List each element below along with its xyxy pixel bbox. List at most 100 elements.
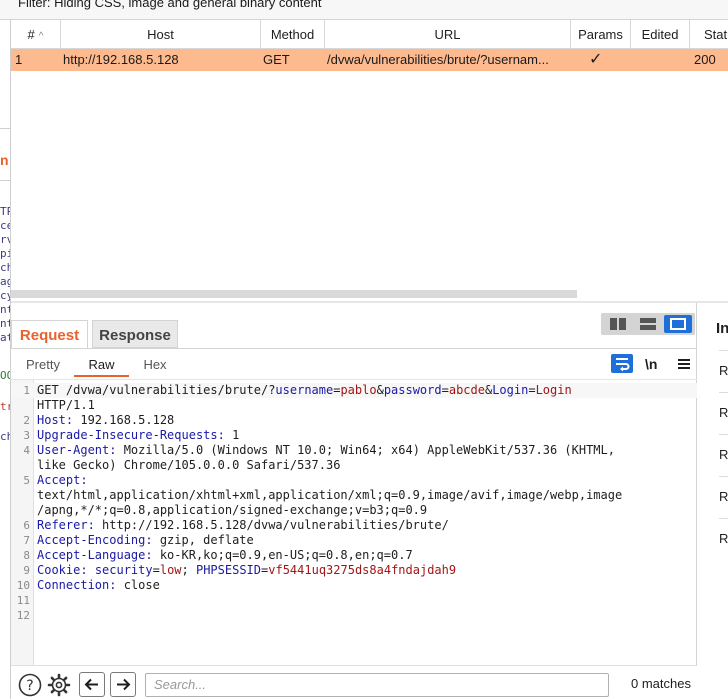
menu-button[interactable] <box>676 354 692 374</box>
request-key: Accept: <box>37 473 88 487</box>
line-number: 3 <box>23 429 30 442</box>
request-text: ; <box>181 563 196 577</box>
inspector-section[interactable]: Re <box>719 392 728 432</box>
strip-fragment: TP <box>0 205 10 218</box>
proxy-history-table: #^ Host Method URL Params Edited Status … <box>11 20 728 300</box>
column-header-number[interactable]: # ^ <box>11 20 61 49</box>
request-text: like Gecko) Chrome/105.0.0.0 Safari/537.… <box>37 458 341 472</box>
strip-fragment: pi <box>0 247 10 260</box>
request-line: 8 Accept-Language: ko-KR,ko;q=0.9,en-US;q… <box>11 548 697 563</box>
request-key: Accept-Encoding: <box>37 533 153 547</box>
table-header: #^ Host Method URL Params Edited Status <box>11 20 728 49</box>
line-number: 11 <box>16 594 30 607</box>
request-line-text: GET /dvwa/vulnerabilities/brute/?usernam… <box>37 383 572 398</box>
request-line-text: User-Agent: Mozilla/5.0 (Windows NT 10.0… <box>37 443 615 458</box>
column-header-edited[interactable]: Edited <box>631 20 690 49</box>
raw-request-editor[interactable]: 1 GET /dvwa/vulnerabilities/brute/?userna… <box>11 379 697 666</box>
request-key: Cookie: <box>37 563 88 577</box>
strip-fragment: nt <box>0 317 10 330</box>
inspector-section[interactable]: Re <box>719 518 728 558</box>
inspector-section[interactable]: Re <box>719 434 728 474</box>
request-value: pablo <box>340 383 377 397</box>
request-line-text: Accept-Encoding: gzip, deflate <box>37 533 254 548</box>
column-header-method[interactable]: Method <box>261 20 325 49</box>
help-icon: ? <box>18 673 42 697</box>
tab-raw[interactable]: Raw <box>74 354 129 376</box>
next-match-button[interactable] <box>110 672 136 697</box>
split-vertical-icon <box>640 318 656 330</box>
request-key: User-Agent: <box>37 443 117 457</box>
tabs-divider <box>11 348 697 349</box>
request-text: /apng,*/*;q=0.8,application/signed-excha… <box>37 503 428 517</box>
strip-fragment: rv <box>0 233 10 246</box>
tab-request[interactable]: Request <box>11 320 88 349</box>
request-line: /apng,*/*;q=0.8,application/signed-excha… <box>11 503 697 518</box>
split-vertical-button[interactable] <box>634 315 662 333</box>
tab-hex[interactable]: Hex <box>135 354 175 376</box>
split-horizontal-icon <box>610 318 626 330</box>
line-number: 1 <box>23 384 30 397</box>
filter-bar[interactable]: Filter: Hiding CSS, image and general bi… <box>0 0 728 20</box>
search-bar: ? Search... 0 matches <box>11 665 697 699</box>
column-header-params[interactable]: Params <box>571 20 631 49</box>
request-key: Accept-Language: <box>37 548 153 562</box>
table-row[interactable]: 1 http://192.168.5.128 GET /dvwa/vulnera… <box>11 49 728 71</box>
sort-ascending-icon: ^ <box>38 31 44 42</box>
request-value: low <box>159 563 182 577</box>
request-line-text: HTTP/1.1 <box>37 398 95 413</box>
tab-response[interactable]: Response <box>92 320 178 348</box>
request-text: ko-KR,ko;q=0.9,en-US;q=0.8,en;q=0.7 <box>152 548 413 562</box>
wrap-lines-button[interactable] <box>611 354 633 373</box>
inspector-section[interactable]: Re <box>719 350 728 390</box>
tab-pretty[interactable]: Pretty <box>19 354 67 376</box>
request-key: Host: <box>37 413 74 427</box>
line-number: 8 <box>23 549 30 562</box>
cell-status: 200 <box>694 52 716 67</box>
layout-toggle <box>601 313 695 335</box>
request-key: password <box>383 383 442 397</box>
strip-fragment: at <box>0 331 10 344</box>
request-line-text: Cookie: security=low; PHPSESSID=vf5441uq… <box>37 563 456 578</box>
settings-gear-icon <box>47 673 71 697</box>
request-line: 9 Cookie: security=low; PHPSESSID=vf5441u… <box>11 563 697 578</box>
request-line-text: Connection: close <box>37 578 160 593</box>
strip-fragment: ag <box>0 275 10 288</box>
search-input[interactable]: Search... <box>145 673 609 697</box>
request-line: 6 Referer: http://192.168.5.128/dvwa/vuln… <box>11 518 697 533</box>
request-text: = <box>441 383 449 397</box>
horizontal-scrollbar[interactable] <box>11 290 577 298</box>
show-newlines-button[interactable]: \n <box>645 354 657 374</box>
previous-match-button[interactable] <box>79 672 105 697</box>
request-line-text: Host: 192.168.5.128 <box>37 413 174 428</box>
request-text: GET /dvwa/vulnerabilities/brute/? <box>37 383 276 397</box>
column-header-url[interactable]: URL <box>325 20 571 49</box>
active-tab-underline <box>74 375 129 377</box>
request-key: security <box>94 563 153 577</box>
request-text: gzip, deflate <box>152 533 254 547</box>
strip-fragment: cy <box>0 289 10 302</box>
filter-text[interactable]: Filter: Hiding CSS, image and general bi… <box>18 0 322 10</box>
line-number: 12 <box>16 609 30 622</box>
help-button[interactable]: ? <box>18 673 42 697</box>
request-line-text: Referer: http://192.168.5.128/dvwa/vulne… <box>37 518 449 533</box>
column-header-status[interactable]: Status <box>690 20 728 49</box>
cell-url: /dvwa/vulnerabilities/brute/?usernam... <box>327 52 549 67</box>
request-line: 2 Host: 192.168.5.128 <box>11 413 697 428</box>
message-editor-pane: Request Response Pretty Raw Hex \n 1 GET… <box>11 301 728 699</box>
request-value: abcde <box>448 383 485 397</box>
request-text: = <box>152 563 160 577</box>
arrow-left-icon <box>84 678 98 691</box>
strip-fragment: ch <box>0 430 10 443</box>
request-line-text: like Gecko) Chrome/105.0.0.0 Safari/537.… <box>37 458 340 473</box>
inspector-section[interactable]: Re <box>719 476 728 516</box>
strip-fragment: OO <box>0 369 10 382</box>
single-pane-button[interactable] <box>664 315 692 333</box>
request-text: 1 <box>224 428 240 442</box>
request-key: Connection: <box>37 578 117 592</box>
cell-params-checkmark: ✓ <box>589 51 603 68</box>
request-text: text/html,application/xhtml+xml,applicat… <box>37 488 623 502</box>
settings-button[interactable] <box>47 673 71 697</box>
request-key: Login <box>492 383 529 397</box>
column-header-host[interactable]: Host <box>61 20 261 49</box>
split-horizontal-button[interactable] <box>604 315 632 333</box>
